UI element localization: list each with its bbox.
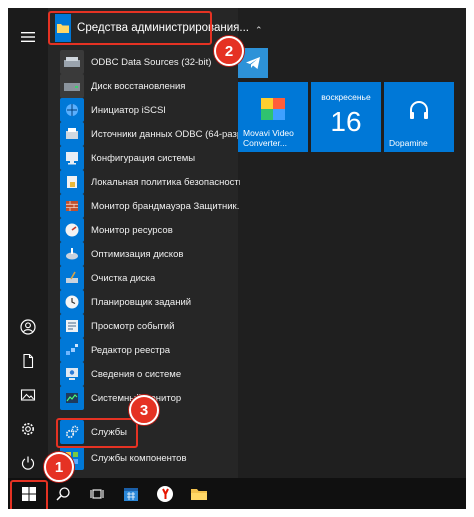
picture-icon [20, 389, 36, 401]
search-button[interactable] [46, 478, 80, 509]
task-view-button[interactable] [80, 478, 114, 509]
list-item[interactable]: ODBC Data Sources (32-bit) [60, 50, 240, 74]
calendar-app-icon [124, 487, 138, 501]
task-scheduler-icon [60, 290, 84, 314]
list-item-label: Монитор брандмауэра Защитник... [91, 200, 240, 212]
settings-button[interactable] [8, 412, 48, 446]
list-item[interactable]: Инициатор iSCSI [60, 98, 240, 122]
list-item-label: Оптимизация дисков [91, 248, 184, 260]
event-viewer-icon [60, 314, 84, 338]
hamburger-menu-button[interactable] [8, 20, 48, 54]
documents-button[interactable] [8, 344, 48, 378]
movavi-tile-label: Movavi Video Converter... [243, 128, 294, 148]
movavi-icon [261, 98, 285, 120]
list-item-label: Локальная политика безопасности [91, 176, 240, 188]
desktop-screen: Средства администрирования... ⌃ ODBC Dat… [8, 8, 466, 509]
user-account-button[interactable] [8, 310, 48, 344]
system-info-icon [60, 362, 84, 386]
taskbar [8, 478, 466, 509]
step-2-badge: 2 [214, 36, 244, 66]
task-view-icon [90, 488, 104, 499]
folder-icon [191, 488, 207, 500]
list-item-label: Планировщик заданий [91, 296, 192, 308]
yandex-browser-button[interactable] [148, 478, 182, 509]
step-3-badge: 3 [129, 395, 159, 425]
calendar-app-button[interactable] [114, 478, 148, 509]
services-highlight-box [56, 418, 138, 448]
power-button[interactable] [8, 446, 48, 480]
list-item-label: Службы компонентов [91, 452, 187, 464]
list-item[interactable]: Монитор ресурсов [60, 218, 240, 242]
list-item[interactable]: Диск восстановления [60, 74, 240, 98]
security-policy-icon [60, 170, 84, 194]
odbc-icon [60, 50, 84, 74]
list-item[interactable]: Очистка диска [60, 266, 240, 290]
regedit-icon [60, 338, 84, 362]
list-item-label: Сведения о системе [91, 368, 182, 380]
start-menu-rail [8, 8, 48, 478]
list-item[interactable]: Сведения о системе [60, 362, 240, 386]
list-item[interactable]: Конфигурация системы [60, 146, 240, 170]
dopamine-tile[interactable]: Dopamine [384, 82, 454, 152]
folder-highlight-box [48, 11, 212, 45]
power-icon [21, 456, 35, 470]
list-item-label: Источники данных ODBC (64-разр. [91, 128, 240, 140]
pictures-button[interactable] [8, 378, 48, 412]
movavi-tile[interactable]: Movavi Video Converter... [238, 82, 308, 152]
list-item[interactable]: Оптимизация дисков [60, 242, 240, 266]
list-item[interactable]: Службы компонентов [60, 446, 240, 470]
headphones-icon [410, 101, 428, 119]
list-item[interactable]: Локальная политика безопасности [60, 170, 240, 194]
list-item-label: Инициатор iSCSI [91, 104, 166, 116]
list-item-label: Просмотр событий [91, 320, 175, 332]
dopamine-tile-label: Dopamine [389, 138, 428, 148]
firewall-icon [60, 194, 84, 218]
user-icon [20, 319, 36, 335]
list-item[interactable]: Монитор брандмауэра Защитник... [60, 194, 240, 218]
list-item-label: Конфигурация системы [91, 152, 196, 164]
recovery-drive-icon [60, 74, 84, 98]
perfmon-icon [60, 386, 84, 410]
list-item[interactable]: Планировщик заданий [60, 290, 240, 314]
list-item-label: Очистка диска [91, 272, 156, 284]
gear-icon [22, 423, 34, 435]
list-item[interactable]: Редактор реестра [60, 338, 240, 362]
hamburger-icon [21, 32, 35, 42]
iscsi-icon [60, 98, 84, 122]
file-explorer-button[interactable] [182, 478, 216, 509]
list-item[interactable]: Просмотр событий [60, 314, 240, 338]
defrag-icon [60, 242, 84, 266]
list-item-label: Диск восстановления [91, 80, 186, 92]
list-item-label: Монитор ресурсов [91, 224, 173, 236]
list-item-label: ODBC Data Sources (32-bit) [91, 56, 212, 68]
calendar-date-label: 16 [330, 106, 362, 137]
list-item[interactable]: Источники данных ODBC (64-разр. [60, 122, 240, 146]
list-item-label: Редактор реестра [91, 344, 171, 356]
calendar-tile[interactable]: воскресенье 16 [311, 82, 381, 152]
calendar-day-label: воскресенье [321, 92, 371, 102]
document-icon [23, 353, 34, 369]
disk-cleanup-icon [60, 266, 84, 290]
yandex-icon [157, 485, 173, 502]
chevron-up-icon[interactable]: ⌃ [255, 25, 263, 36]
search-icon [56, 486, 70, 501]
odbc64-icon [60, 122, 84, 146]
msconfig-icon [60, 146, 84, 170]
telegram-icon [246, 57, 260, 69]
resource-monitor-icon [60, 218, 84, 242]
step-1-badge: 1 [44, 452, 74, 482]
start-highlight-box [10, 480, 48, 509]
